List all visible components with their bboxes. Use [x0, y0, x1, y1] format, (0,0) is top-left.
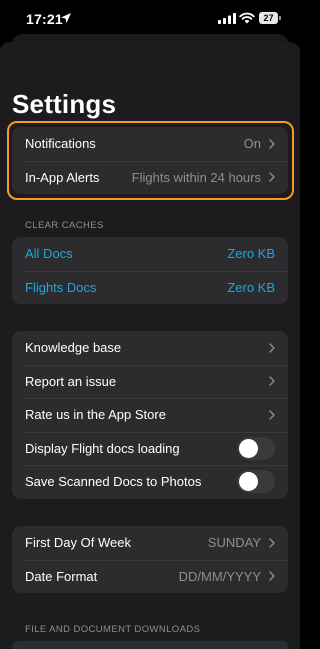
row-label: Rate us in the App Store: [25, 407, 166, 423]
row-label: Flights Docs: [25, 279, 97, 295]
battery-level: 27: [263, 13, 274, 23]
row-report-issue[interactable]: Report an issue: [12, 364, 288, 399]
highlight-outline: [7, 121, 294, 200]
row-value: Zero KB: [227, 246, 275, 262]
page-title: Settings: [12, 89, 117, 119]
chevron-right-icon: [269, 376, 275, 386]
status-time: 17:21: [26, 11, 63, 27]
row-display-flight-docs-loading: Display Flight docs loading: [12, 431, 288, 466]
chevron-right-icon: [269, 538, 275, 548]
display-flight-docs-toggle[interactable]: [237, 436, 275, 460]
status-bar: 17:21 27: [0, 0, 300, 38]
chevron-right-icon: [269, 571, 275, 581]
location-arrow-icon: [61, 13, 71, 23]
row-rate-us[interactable]: Rate us in the App Store: [12, 398, 288, 432]
toggle-knob: [239, 472, 258, 492]
caches-group: All Docs Zero KB Flights Docs Zero KB: [12, 237, 288, 304]
row-knowledge-base[interactable]: Knowledge base: [12, 331, 288, 365]
toggle-knob: [239, 438, 258, 458]
row-value: SUNDAY: [207, 535, 261, 551]
row-label: First Day Of Week: [25, 535, 131, 551]
battery-icon: 27: [259, 12, 281, 24]
row-label: Date Format: [25, 568, 98, 584]
wifi-icon: [239, 12, 255, 24]
save-scanned-docs-toggle[interactable]: [237, 470, 275, 494]
chevron-right-icon: [269, 410, 275, 420]
row-label: Save Scanned Docs to Photos: [25, 474, 202, 490]
section-header-clear-caches: CLEAR CACHES: [25, 220, 104, 231]
row-label: Display Flight docs loading: [25, 440, 180, 456]
row-value: DD/MM/YYYY: [178, 568, 261, 584]
row-first-day-of-week[interactable]: First Day Of Week SUNDAY: [12, 526, 288, 560]
row-label: All Docs: [25, 246, 73, 262]
row-all-docs[interactable]: All Docs Zero KB: [12, 237, 288, 271]
format-group: First Day Of Week SUNDAY Date Format DD/…: [12, 526, 288, 593]
support-group: Knowledge base Report an issue Rate us i…: [12, 331, 288, 499]
row-value: Zero KB: [227, 279, 275, 295]
cellular-signal-icon: [218, 13, 236, 24]
section-header-file-downloads: FILE AND DOCUMENT DOWNLOADS: [25, 624, 201, 635]
row-label: Report an issue: [25, 373, 117, 389]
downloads-group: [12, 641, 288, 649]
chevron-right-icon: [269, 343, 275, 353]
row-date-format[interactable]: Date Format DD/MM/YYYY: [12, 559, 288, 594]
row-flights-docs[interactable]: Flights Docs Zero KB: [12, 270, 288, 305]
row-label: Knowledge base: [25, 340, 122, 356]
row-save-scanned-docs: Save Scanned Docs to Photos: [12, 465, 288, 499]
